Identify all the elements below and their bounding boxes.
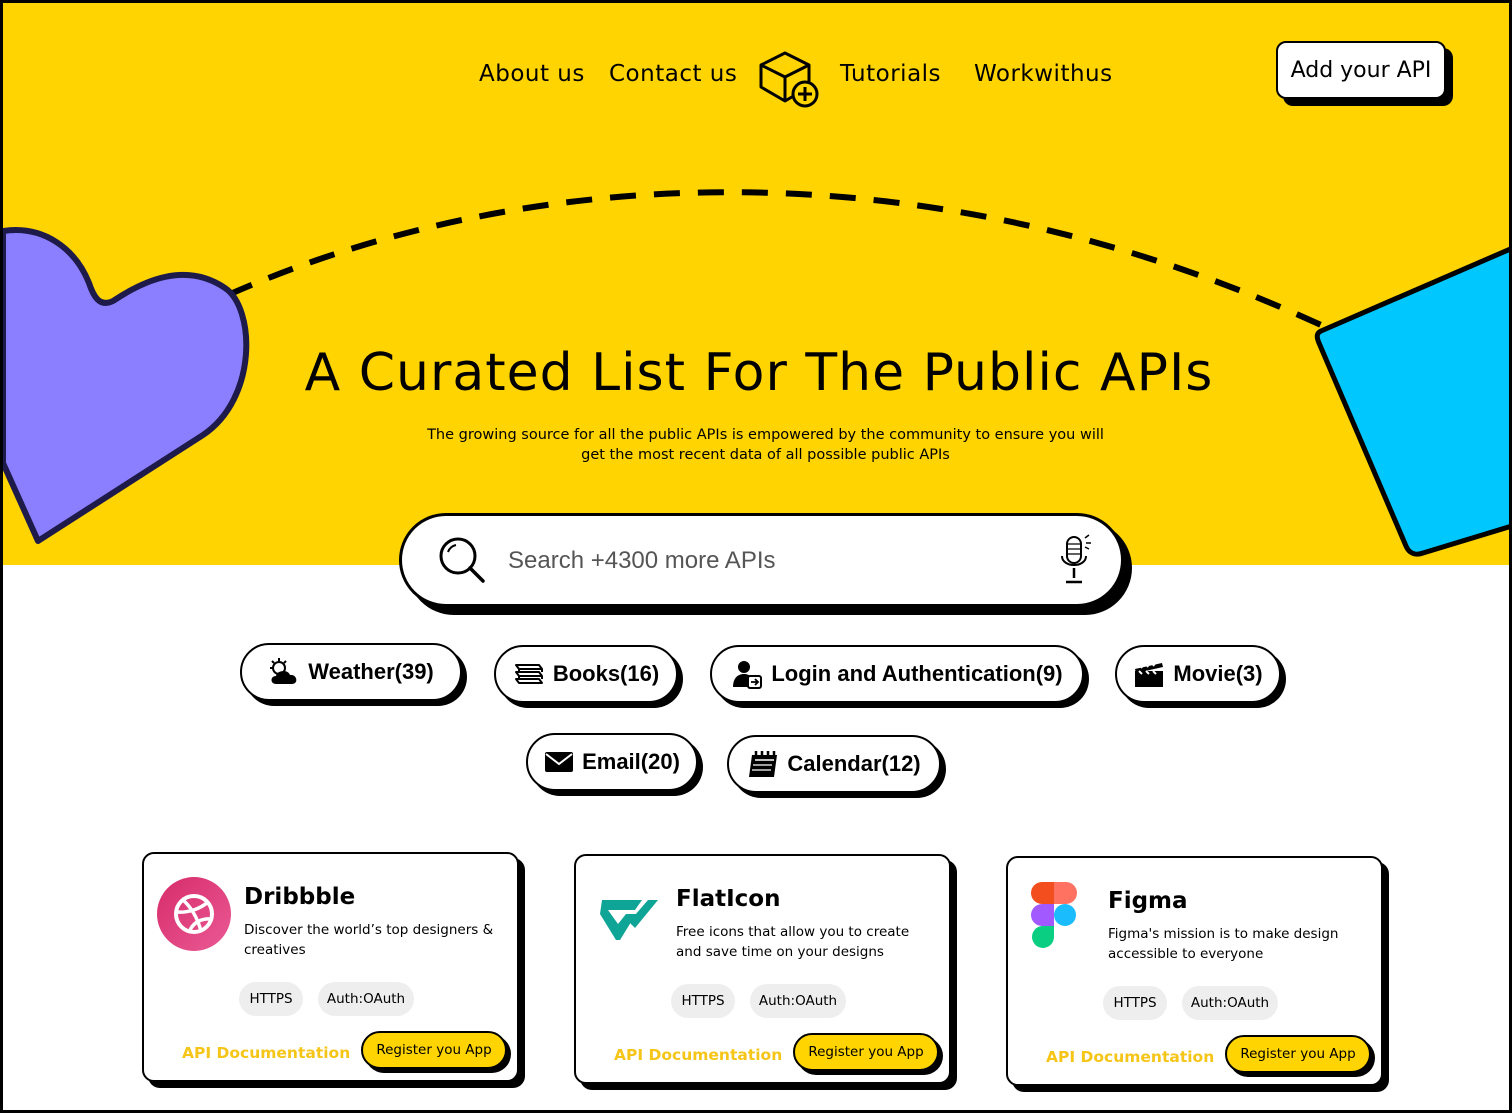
card-description: Discover the world’s top designers & cre… xyxy=(244,922,494,958)
subtitle-line-2: get the most recent data of all possible… xyxy=(581,447,950,463)
user-login-icon xyxy=(733,661,763,689)
category-label: Login and Authentication(9) xyxy=(771,661,1063,686)
flaticon-logo-icon xyxy=(600,900,658,940)
dribbble-logo-icon xyxy=(157,877,231,951)
register-app-button[interactable]: Register you App xyxy=(361,1031,507,1069)
card-title: FlatIcon xyxy=(676,886,781,912)
category-label: Calendar(12) xyxy=(787,751,921,776)
subtitle-line-1: The growing source for all the public AP… xyxy=(427,427,1104,443)
page-subtitle: The growing source for all the public AP… xyxy=(403,425,1128,465)
tag-https: HTTPS xyxy=(1103,986,1167,1020)
card-description: Free icons that allow you to create and … xyxy=(676,924,910,960)
clapperboard-icon xyxy=(1135,661,1164,687)
category-chip-email[interactable]: Email(20) xyxy=(526,733,698,791)
dashed-arc xyxy=(226,189,1323,328)
card-title: Dribbble xyxy=(244,884,356,910)
category-chip-books[interactable]: Books(16) xyxy=(494,645,678,703)
api-documentation-link[interactable]: API Documentation xyxy=(614,1046,782,1064)
category-chip-movie[interactable]: Movie(3) xyxy=(1115,645,1281,703)
category-chip-login-authentication[interactable]: Login and Authentication(9) xyxy=(710,645,1084,703)
category-label: Email(20) xyxy=(582,749,680,774)
search-icon xyxy=(439,537,485,583)
category-label: Movie(3) xyxy=(1173,661,1263,686)
envelope-icon xyxy=(545,752,574,772)
api-documentation-link[interactable]: API Documentation xyxy=(182,1044,350,1062)
nav-about-link[interactable]: About us xyxy=(479,61,585,87)
search-input[interactable] xyxy=(508,544,1028,578)
register-app-button[interactable]: Register you App xyxy=(793,1033,939,1071)
category-chip-weather[interactable]: Weather(39) xyxy=(240,643,462,701)
search-bar[interactable] xyxy=(399,513,1124,607)
microphone-icon[interactable] xyxy=(1058,532,1094,590)
page-frame: About us Contact us Tutorials Workwithus… xyxy=(0,0,1512,1113)
tag-auth: Auth:OAuth xyxy=(1182,986,1278,1020)
register-app-button[interactable]: Register you App xyxy=(1225,1035,1371,1073)
nav-contact-link[interactable]: Contact us xyxy=(609,61,737,87)
nav-tutorials-link[interactable]: Tutorials xyxy=(840,61,941,87)
tag-auth: Auth:OAuth xyxy=(750,984,846,1018)
page-title: A Curated List For The Public APIs xyxy=(304,343,1214,403)
books-icon xyxy=(514,664,543,684)
api-card-flaticon: FlatIcon Free icons that allow you to cr… xyxy=(574,854,951,1084)
figma-logo-icon xyxy=(1031,882,1077,948)
category-chip-calendar[interactable]: Calendar(12) xyxy=(727,735,941,793)
tag-https: HTTPS xyxy=(239,982,303,1016)
weather-icon xyxy=(270,658,297,684)
calendar-icon xyxy=(749,751,778,777)
box-plus-icon[interactable] xyxy=(755,47,823,111)
card-title: Figma xyxy=(1108,888,1188,914)
api-card-dribbble: Dribbble Discover the world’s top design… xyxy=(142,852,519,1082)
tag-auth: Auth:OAuth xyxy=(318,982,414,1016)
tag-https: HTTPS xyxy=(671,984,735,1018)
category-label: Weather(39) xyxy=(308,659,434,684)
api-documentation-link[interactable]: API Documentation xyxy=(1046,1048,1214,1066)
nav-workwithus-link[interactable]: Workwithus xyxy=(974,61,1113,87)
card-description: Figma's mission is to make design access… xyxy=(1108,926,1339,962)
add-api-button[interactable]: Add your API xyxy=(1276,41,1446,99)
api-card-figma: Figma Figma's mission is to make design … xyxy=(1006,856,1383,1086)
category-label: Books(16) xyxy=(552,661,660,686)
